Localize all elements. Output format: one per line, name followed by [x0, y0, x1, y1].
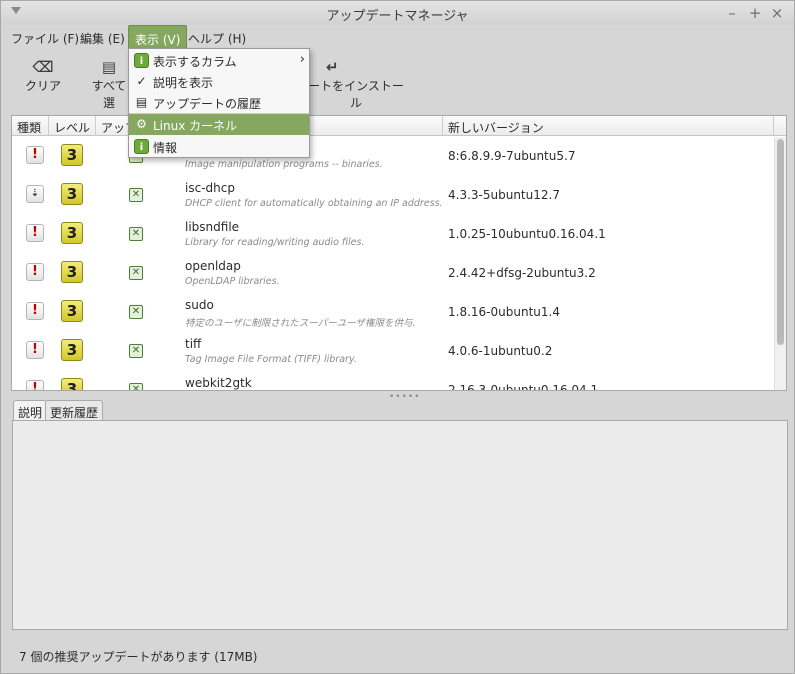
package-description: Library for reading/writing audio files.: [185, 237, 365, 248]
backport-update-icon: ⇣: [26, 185, 44, 203]
level-badge: 3: [61, 339, 83, 361]
update-checkbox[interactable]: ✕: [129, 188, 143, 202]
package-name: sudo: [185, 298, 214, 312]
security-update-icon: !: [26, 341, 44, 359]
package-description: 特定のユーザに制限されたスーパーユーザ権限を供与.: [185, 318, 416, 329]
menu-item-info[interactable]: i 情報: [129, 136, 309, 157]
update-manager-window: アップデートマネージャ – + × ファイル (F) 編集 (E) 表示 (V)…: [0, 0, 795, 674]
update-checkbox[interactable]: ✕: [129, 305, 143, 319]
update-checkbox[interactable]: ✕: [129, 227, 143, 241]
submenu-arrow-icon: ›: [299, 52, 305, 67]
maximize-button[interactable]: +: [747, 4, 763, 22]
clear-icon: ⌫: [32, 58, 54, 76]
package-description: Image manipulation programs -- binaries.: [185, 159, 383, 170]
table-row[interactable]: ! 3 ✕ Image manipulation programs -- bin…: [12, 137, 774, 176]
window-title: アップデートマネージャ: [326, 9, 469, 24]
description-pane: [12, 420, 788, 630]
menu-view[interactable]: 表示 (V): [128, 25, 188, 49]
package-description: DHCP client for automatically obtaining …: [185, 198, 443, 209]
package-version: 1.0.25-10ubuntu0.16.04.1: [448, 227, 606, 241]
level-badge: 3: [61, 144, 83, 166]
level-badge: 3: [61, 378, 83, 390]
package-version: 2.4.42+dfsg-2ubuntu3.2: [448, 266, 596, 280]
package-name: openldap: [185, 259, 241, 273]
title-bar[interactable]: アップデートマネージャ – + ×: [1, 1, 794, 25]
update-checkbox[interactable]: ✕: [129, 383, 143, 390]
columns-icon: i: [134, 53, 149, 68]
menu-item-history-label: アップデートの履歴: [153, 97, 262, 111]
table-row[interactable]: ! 3 ✕ tiff Tag Image File Format (TIFF) …: [12, 332, 774, 371]
toolbar: ⌫ クリア ▤ すべて選 ↵ ートをインストール: [1, 49, 794, 110]
package-description: Tag Image File Format (TIFF) library.: [185, 354, 357, 365]
package-name: tiff: [185, 337, 202, 351]
update-checkbox[interactable]: ✕: [129, 344, 143, 358]
level-badge: 3: [61, 222, 83, 244]
package-name: libsndfile: [185, 220, 240, 234]
security-update-icon: !: [26, 302, 44, 320]
security-update-icon: !: [26, 263, 44, 281]
level-badge: 3: [61, 183, 83, 205]
select-all-button[interactable]: ▤ すべて選: [89, 57, 129, 111]
install-updates-button[interactable]: ↵ ートをインストール: [306, 57, 406, 111]
column-new-version[interactable]: 新しいバージョン: [443, 116, 774, 136]
level-badge: 3: [61, 261, 83, 283]
install-label: ートをインストール: [308, 79, 404, 110]
security-update-icon: !: [26, 146, 44, 164]
package-description: OpenLDAP libraries.: [185, 276, 280, 287]
menu-item-info-label: 情報: [153, 141, 178, 155]
table-row[interactable]: ⇣ 3 ✕ isc-dhcp DHCP client for automatic…: [12, 176, 774, 215]
column-type[interactable]: 種類: [12, 116, 49, 136]
info-icon: i: [134, 139, 149, 154]
table-row[interactable]: ! 3 ✕ libsndfile Library for reading/wri…: [12, 215, 774, 254]
close-button[interactable]: ×: [769, 4, 785, 22]
package-name: isc-dhcp: [185, 181, 235, 195]
level-badge: 3: [61, 300, 83, 322]
tab-description[interactable]: 説明: [13, 400, 48, 421]
column-level[interactable]: レベル: [49, 116, 96, 136]
document-icon: ▤: [101, 58, 117, 76]
package-version: 4.0.6-1ubuntu0.2: [448, 344, 553, 358]
pane-resize-handle[interactable]: •••••: [389, 392, 421, 402]
table-row[interactable]: ! 3 ✕ webkit2gtk 2.16.3-0ubuntu0.16.04.1: [12, 371, 774, 391]
update-checkbox[interactable]: ✕: [129, 266, 143, 280]
menubar: ファイル (F) 編集 (E) 表示 (V) ヘルプ (H): [1, 25, 794, 49]
install-icon: ↵: [326, 58, 339, 76]
scrollbar-thumb[interactable]: [777, 139, 784, 345]
minimize-button[interactable]: –: [724, 4, 740, 22]
package-version: 2.16.3-0ubuntu0.16.04.1: [448, 383, 599, 391]
gear-icon: ⚙: [136, 117, 147, 131]
menu-item-show-description-label: 説明を表示: [153, 76, 214, 90]
menu-item-history[interactable]: ▤ アップデートの履歴: [129, 92, 309, 113]
tab-changelog[interactable]: 更新履歴: [45, 400, 104, 421]
security-update-icon: !: [26, 224, 44, 242]
menu-help[interactable]: ヘルプ (H): [182, 25, 252, 49]
package-version: 8:6.8.9.9-7ubuntu5.7: [448, 149, 576, 163]
security-update-icon: !: [26, 380, 44, 390]
package-version: 4.3.3-5ubuntu12.7: [448, 188, 560, 202]
table-row[interactable]: ! 3 ✕ sudo 特定のユーザに制限されたスーパーユーザ権限を供与. 1.8…: [12, 293, 774, 332]
menu-item-linux-kernel[interactable]: ⚙ Linux カーネル: [129, 114, 309, 135]
menu-item-linux-kernel-label: Linux カーネル: [153, 119, 238, 133]
menu-item-columns[interactable]: i 表示するカラム ›: [129, 50, 309, 71]
menu-edit[interactable]: 編集 (E): [74, 25, 131, 49]
history-icon: ▤: [135, 95, 148, 109]
checkmark-icon: ✓: [136, 74, 147, 88]
clear-button[interactable]: ⌫ クリア: [25, 57, 61, 94]
menu-item-columns-label: 表示するカラム: [153, 55, 237, 69]
package-version: 1.8.16-0ubuntu1.4: [448, 305, 560, 319]
vertical-scrollbar[interactable]: [774, 137, 786, 390]
select-all-label: すべて選: [91, 79, 127, 110]
package-name: webkit2gtk: [185, 376, 252, 390]
table-row[interactable]: ! 3 ✕ openldap OpenLDAP libraries. 2.4.4…: [12, 254, 774, 293]
view-menu-dropdown: i 表示するカラム › ✓ 説明を表示 ▤ アップデートの履歴 ⚙ Linux …: [128, 48, 310, 158]
clear-label: クリア: [25, 79, 62, 93]
status-text: 7 個の推奨アップデートがあります (17MB): [19, 650, 258, 664]
menu-item-show-description[interactable]: ✓ 説明を表示: [129, 71, 309, 92]
